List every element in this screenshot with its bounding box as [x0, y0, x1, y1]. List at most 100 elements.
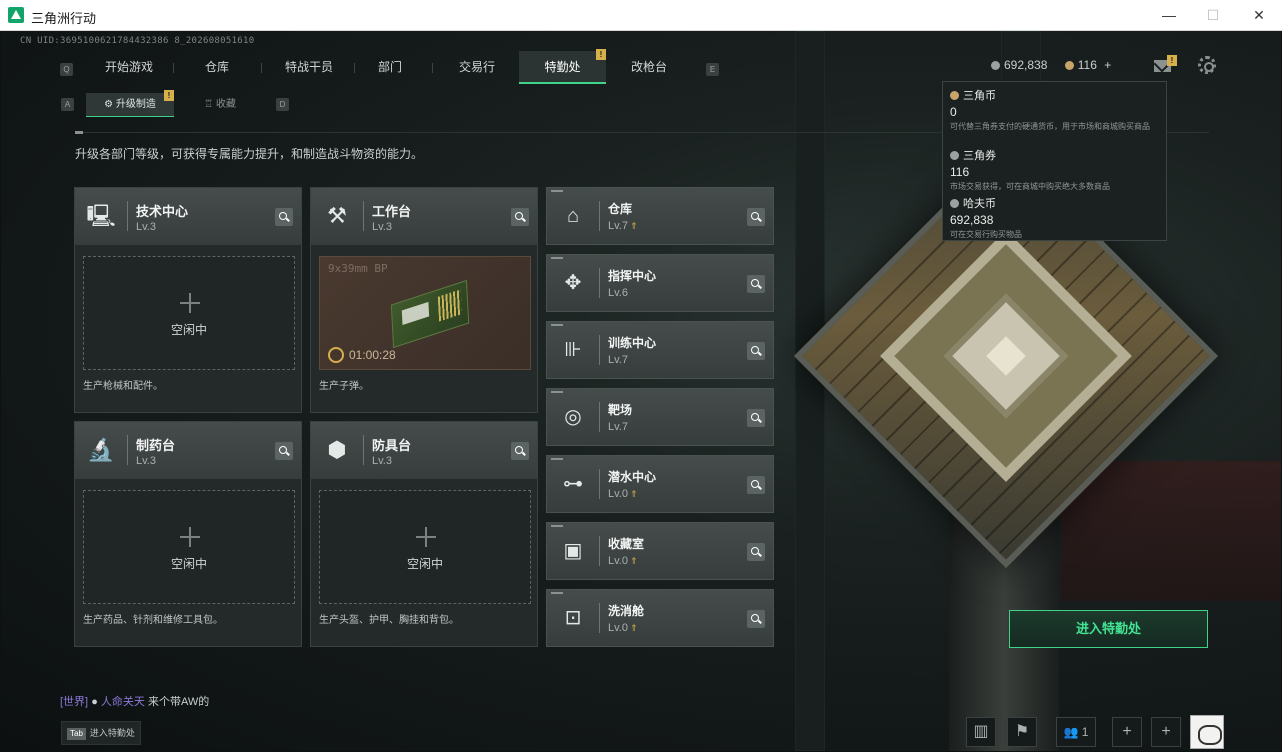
clock-icon — [328, 347, 344, 363]
workshop-level: Lv.3 — [136, 455, 156, 467]
tab-special-ops[interactable]: 特勤处 — [519, 51, 606, 84]
search-icon[interactable] — [747, 610, 765, 628]
tab-departments[interactable]: 部门 — [359, 51, 421, 84]
workshop-level: Lv.3 — [136, 221, 156, 233]
nav-prev-key[interactable]: Q — [60, 63, 73, 76]
decon-icon: ⊡ — [564, 607, 582, 629]
workshop-card-armor[interactable]: ⬢ 防具台 Lv.3 空闲中 生产头盔、护甲、胸挂和背包。 — [310, 421, 538, 647]
production-slot[interactable]: 空闲中 — [83, 490, 295, 604]
department-level: Lv.0 ⇑ — [608, 622, 638, 634]
search-icon[interactable] — [275, 208, 293, 226]
minimize-button[interactable]: — — [1146, 4, 1192, 26]
workshop-level: Lv.3 — [372, 221, 392, 233]
microscope-icon: 🔬 — [87, 437, 115, 462]
search-icon[interactable] — [747, 208, 765, 226]
search-icon[interactable] — [511, 208, 529, 226]
search-icon[interactable] — [511, 442, 529, 460]
workshop-footer: 生产子弹。 — [319, 381, 369, 392]
workshop-card-tech-center[interactable]: 🖳 技术中心 Lv.3 空闲中 生产枪械和配件。 — [74, 187, 302, 413]
subnav-next-key[interactable]: D — [276, 98, 289, 111]
chip-icon: ✥ — [564, 272, 582, 294]
search-icon[interactable] — [275, 442, 293, 460]
tab-warehouse[interactable]: 仓库 — [179, 51, 255, 84]
workshop-card-workbench[interactable]: ⚒ 工作台 Lv.3 9x39mm BP 01:00:28 生产子弹。 — [310, 187, 538, 413]
tab-hint[interactable]: Tab 进入特勤处 — [61, 721, 141, 745]
hafu-coin-icon — [950, 199, 959, 208]
search-icon[interactable] — [747, 409, 765, 427]
department-level: Lv.0 ⇑ — [608, 488, 638, 500]
computer-icon: 🖳 — [86, 203, 116, 228]
target-icon: ◎ — [564, 406, 582, 428]
avatar[interactable] — [1190, 715, 1224, 749]
workshop-name: 制药台 — [136, 438, 176, 453]
subtab-collection[interactable]: ♖ 收藏 — [179, 93, 261, 117]
window-titlebar: 三角洲行动 — ☐ ✕ — [0, 0, 1282, 31]
department-command-center[interactable]: ✥ 指挥中心 Lv.6 — [546, 254, 774, 312]
department-decon-chamber[interactable]: ⊡ 洗消舱 Lv.0 ⇑ — [546, 589, 774, 647]
currency-tooltip: 三角币 0 可代替三角券支付的硬通货币，用于市场和商城购买商品 三角券 116 … — [942, 81, 1167, 241]
enter-special-ops-button[interactable]: 进入特勤处 — [1009, 610, 1208, 648]
tab-alert-badge: ! — [596, 49, 606, 60]
upgrade-arrow-icon: ⇑ — [629, 221, 638, 231]
department-diving-center[interactable]: ⊶ 潜水中心 Lv.0 ⇑ — [546, 455, 774, 513]
subnav-prev-key[interactable]: A — [61, 98, 74, 111]
add-slot-button[interactable]: + — [1112, 717, 1142, 747]
player-uid: CN UID:3695100621784432386 8_20260805161… — [20, 36, 255, 46]
world-chat[interactable]: [世界] ● 人命关天 来个带AW的 — [60, 693, 209, 709]
production-slot[interactable]: 空闲中 — [319, 490, 531, 604]
cubes-icon: ⬢ — [327, 437, 347, 462]
department-name: 收藏室 — [608, 537, 645, 551]
department-training-center[interactable]: ⊪ 训练中心 Lv.7 — [546, 321, 774, 379]
warehouse-icon: ⌂ — [566, 205, 580, 227]
department-shooting-range[interactable]: ◎ 靶场 Lv.7 — [546, 388, 774, 446]
voucher-icon — [950, 151, 959, 160]
plus-icon — [180, 527, 200, 547]
chat-username[interactable]: 人命关天 — [101, 696, 145, 708]
search-icon[interactable] — [747, 476, 765, 494]
nav-next-key[interactable]: E — [706, 63, 719, 76]
triangle-coin-icon — [950, 91, 959, 100]
app-logo-icon — [8, 7, 24, 23]
workshop-footer: 生产头盔、护甲、胸挂和背包。 — [319, 615, 459, 626]
goggles-icon: ⊶ — [563, 473, 583, 495]
department-level: Lv.7 ⇑ — [608, 220, 638, 232]
tools-icon: ⚒ — [327, 203, 347, 228]
workshop-header: 🔬 制药台 Lv.3 — [75, 422, 301, 479]
stats-chart-icon[interactable]: ▥ — [966, 717, 996, 747]
maximize-button[interactable]: ☐ — [1190, 4, 1236, 26]
department-name: 指挥中心 — [608, 269, 657, 283]
slot-status: 空闲中 — [170, 323, 207, 337]
department-warehouse[interactable]: ⌂ 仓库 Lv.7 ⇑ — [546, 187, 774, 245]
department-level: Lv.7 — [608, 354, 628, 366]
tab-operators[interactable]: 特战干员 — [269, 51, 349, 84]
crafting-item-name: 9x39mm BP — [328, 262, 388, 275]
background-pillar — [795, 31, 825, 751]
search-icon[interactable] — [747, 543, 765, 561]
add-slot-button[interactable]: + — [1151, 717, 1181, 747]
production-slot[interactable]: 空闲中 — [83, 256, 295, 370]
dumbbell-icon: ⊪ — [564, 339, 582, 361]
tab-key: Tab — [67, 728, 86, 740]
production-slot[interactable]: 9x39mm BP 01:00:28 — [319, 256, 531, 370]
add-currency-button[interactable]: + — [1104, 58, 1111, 72]
search-icon[interactable] — [747, 342, 765, 360]
tab-gunsmith[interactable]: 改枪台 — [612, 51, 686, 84]
hafu-amount: 692,838 — [1004, 58, 1048, 72]
flag-icon[interactable]: ⚑ — [1007, 717, 1037, 747]
settings-gear-icon[interactable] — [1198, 56, 1216, 74]
game-viewport: CN UID:3695100621784432386 8_20260805161… — [1, 31, 1281, 751]
currency-bar[interactable]: 692,838 116 + — [991, 58, 1111, 76]
tab-trading[interactable]: 交易行 — [437, 51, 517, 84]
workshop-header: ⬢ 防具台 Lv.3 — [311, 422, 537, 479]
search-icon[interactable] — [747, 275, 765, 293]
tooltip-entry: 三角币 0 可代替三角券支付的硬通货币，用于市场和商城购买商品 — [950, 90, 1150, 131]
department-collection-room[interactable]: ▣ 收藏室 Lv.0 ⇑ — [546, 522, 774, 580]
close-button[interactable]: ✕ — [1236, 4, 1282, 26]
upgrade-arrow-icon: ⇑ — [629, 556, 638, 566]
tab-start-game[interactable]: 开始游戏 — [91, 51, 167, 84]
friends-button[interactable]: 👥 1 — [1056, 717, 1096, 747]
workshop-card-pharmacy[interactable]: 🔬 制药台 Lv.3 空闲中 生产药品、针剂和维修工具包。 — [74, 421, 302, 647]
upgrade-arrow-icon: ⇑ — [629, 489, 638, 499]
subtab-upgrade-craft[interactable]: ⚙ 升级制造 — [86, 93, 174, 117]
tooltip-entry: 三角券 116 市场交易获得，可在商城中购买绝大多数商品 — [950, 150, 1110, 191]
